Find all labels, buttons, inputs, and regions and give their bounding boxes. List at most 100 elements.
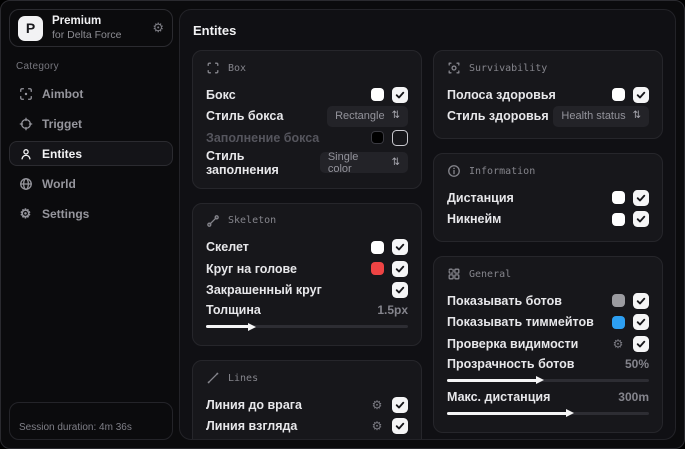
panel-title: Survivability xyxy=(469,62,548,74)
chevron-up-down-icon: ⇅ xyxy=(632,110,641,122)
row-label: Дистанция xyxy=(447,190,514,205)
row-controls xyxy=(392,282,408,299)
slider-track[interactable] xyxy=(447,409,649,417)
color-swatch[interactable] xyxy=(612,88,625,102)
checkbox[interactable] xyxy=(392,129,408,146)
column-left: Box Бокс Стиль бокса Rectangle ⇅ Заполнение б… xyxy=(192,50,422,439)
sidebar-item-entites[interactable]: Entites xyxy=(9,141,173,166)
setting-row: Бокс xyxy=(206,84,408,106)
color-swatch[interactable] xyxy=(612,294,625,308)
row-label: Показывать тиммейтов xyxy=(447,315,594,330)
slider-track[interactable] xyxy=(447,376,649,384)
setting-row: Показывать тиммейтов xyxy=(447,312,649,334)
color-swatch[interactable] xyxy=(371,88,384,102)
row-controls xyxy=(612,314,649,331)
panel-title: General xyxy=(469,268,512,280)
sidebar-item-aimbot[interactable]: Aimbot xyxy=(9,81,173,106)
row-controls xyxy=(612,292,649,309)
color-swatch[interactable] xyxy=(612,212,625,226)
setting-row: Проверка видимости ⚙ xyxy=(447,333,649,355)
checkbox[interactable] xyxy=(392,260,408,277)
checkbox[interactable] xyxy=(392,282,408,299)
dropdown-value: Single color xyxy=(327,150,359,175)
slider-value: 1.5px xyxy=(377,303,408,317)
panel-skeleton: Skeleton Скелет Круг на голове Закрашенный … xyxy=(192,202,422,346)
row-controls: Rectangle ⇅ xyxy=(327,105,408,127)
checkbox[interactable] xyxy=(392,418,408,435)
chevron-up-down-icon: ⇅ xyxy=(391,110,400,122)
sidebar-item-label: Trigget xyxy=(42,116,83,131)
slider-thumb[interactable] xyxy=(566,409,575,417)
checkbox[interactable] xyxy=(633,335,649,352)
gear-icon[interactable]: ⚙ xyxy=(370,419,384,433)
premium-subtitle: for Delta Force xyxy=(52,28,122,41)
setting-row: Показывать ботов xyxy=(447,290,649,312)
setting-row: Дистанция xyxy=(447,187,649,209)
sidebar-item-settings[interactable]: ⚙ Settings xyxy=(9,201,173,226)
slider-labels: Прозрачность ботов 50% xyxy=(447,357,649,371)
color-swatch[interactable] xyxy=(612,315,625,329)
dropdown-value: Rectangle xyxy=(335,110,385,123)
row-label: Круг на голове xyxy=(206,261,297,276)
row-label: Проверка видимости xyxy=(447,336,579,351)
row-label: Показывать ботов xyxy=(447,293,562,308)
gear-icon[interactable]: ⚙ xyxy=(611,337,625,351)
checkbox[interactable] xyxy=(633,189,649,206)
session-duration-box: Session duration: 4m 36s xyxy=(9,402,173,440)
row-controls xyxy=(371,239,408,256)
color-swatch[interactable] xyxy=(371,240,384,254)
panel-header: Information xyxy=(447,164,649,178)
panel-columns: Box Бокс Стиль бокса Rectangle ⇅ Заполнение б… xyxy=(192,50,663,439)
panel-header: Skeleton xyxy=(206,214,408,228)
slider-thumb[interactable] xyxy=(535,376,544,384)
checkbox[interactable] xyxy=(633,211,649,228)
setting-row: Линия взгляда ⚙ xyxy=(206,416,408,438)
slider-labels: Макс. дистанция 300m xyxy=(447,390,649,404)
row-controls: Single color ⇅ xyxy=(319,150,408,175)
checkbox[interactable] xyxy=(392,396,408,413)
color-swatch[interactable] xyxy=(612,191,625,205)
panel-survivability: Survivability Полоса здоровья Стиль здоров… xyxy=(433,50,663,139)
gear-icon[interactable]: ⚙ xyxy=(152,20,164,36)
checkbox[interactable] xyxy=(633,314,649,331)
row-controls xyxy=(612,86,649,103)
slider-labels: Толщина 1.5px xyxy=(206,303,408,317)
globe-icon xyxy=(18,176,33,191)
row-label: Стиль здоровья xyxy=(447,109,549,124)
setting-row: Скелет xyxy=(206,237,408,259)
main-panel: Entites Box Бокс Стиль бокса Rectangle ⇅ Запо… xyxy=(179,9,676,440)
slider-row: Прозрачность ботов 50% xyxy=(447,355,649,388)
checkbox[interactable] xyxy=(633,86,649,103)
dropdown-box-1[interactable]: Rectangle ⇅ xyxy=(327,105,408,127)
focus-icon xyxy=(447,61,461,75)
row-label: Линия взгляда xyxy=(206,419,298,434)
sidebar-item-label: Entites xyxy=(42,146,83,161)
row-label: Бокс xyxy=(206,87,236,102)
color-swatch[interactable] xyxy=(371,131,384,145)
panel-title: Box xyxy=(228,62,247,74)
slider-thumb[interactable] xyxy=(248,322,257,331)
setting-row: Закрашенный круг xyxy=(206,280,408,302)
slider-fill xyxy=(447,378,538,382)
setting-row: Стиль бокса Rectangle ⇅ xyxy=(206,105,408,128)
checkbox[interactable] xyxy=(392,239,408,256)
setting-row: Полоса здоровья xyxy=(447,84,649,106)
gear-icon[interactable]: ⚙ xyxy=(370,398,384,412)
dropdown-survivability-1[interactable]: Health status ⇅ xyxy=(553,105,649,127)
setting-row: Стиль здоровья Health status ⇅ xyxy=(447,105,649,128)
sidebar-nav: Aimbot Trigget Entites World ⚙ Settings xyxy=(9,81,173,226)
aimbot-icon xyxy=(18,86,33,101)
sidebar-item-world[interactable]: World xyxy=(9,171,173,196)
checkbox[interactable] xyxy=(633,292,649,309)
color-swatch[interactable] xyxy=(371,262,384,276)
gear-icon: ⚙ xyxy=(19,206,32,221)
row-controls xyxy=(612,189,649,206)
dropdown-box-3[interactable]: Single color ⇅ xyxy=(319,150,408,175)
grid-icon xyxy=(447,267,461,281)
sidebar-item-trigget[interactable]: Trigget xyxy=(9,111,173,136)
row-controls: Health status ⇅ xyxy=(553,105,649,127)
checkbox[interactable] xyxy=(392,86,408,103)
slider-track[interactable] xyxy=(206,322,408,331)
row-label: Макс. дистанция xyxy=(447,389,551,404)
